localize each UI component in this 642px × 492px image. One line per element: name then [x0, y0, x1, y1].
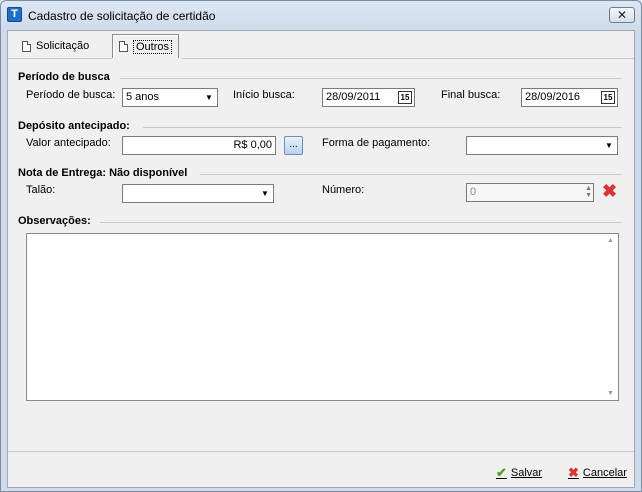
- delete-icon[interactable]: ✖: [602, 182, 618, 200]
- valor-label: Valor antecipado:: [26, 137, 111, 149]
- app-icon: T: [7, 7, 22, 22]
- tab-solicitacao[interactable]: Solicitação: [16, 35, 95, 57]
- spinner-icon[interactable]: ▲ ▼: [576, 185, 592, 200]
- section-divider: [200, 174, 622, 175]
- final-date-field[interactable]: 28/09/2016 15: [521, 88, 618, 107]
- final-value: 28/09/2016: [525, 91, 581, 103]
- cancel-label: Cancelar: [582, 467, 627, 479]
- checkmark-icon: ✔: [496, 465, 507, 480]
- section-divider: [143, 127, 622, 128]
- document-icon: [119, 41, 128, 52]
- inicio-date-field[interactable]: 28/09/2011 15: [322, 88, 415, 107]
- calendar-icon[interactable]: 15: [398, 91, 412, 104]
- valor-lookup-button[interactable]: ...: [284, 136, 303, 155]
- valor-input[interactable]: R$ 0,00: [122, 136, 276, 155]
- section-observacoes-title: Observações:: [18, 215, 91, 227]
- section-nota-title: Nota de Entrega: Não disponível: [18, 167, 188, 179]
- observacoes-textarea[interactable]: ▲ ▼: [26, 233, 619, 401]
- talao-label: Talão:: [26, 184, 56, 196]
- vertical-scrollbar[interactable]: ▲ ▼: [603, 234, 618, 400]
- cancel-icon: ✖: [568, 465, 579, 480]
- window-title: Cadastro de solicitação de certidão: [28, 9, 216, 23]
- footer-divider: [8, 451, 634, 452]
- chevron-down-icon[interactable]: ▼: [202, 90, 216, 105]
- close-icon: ✕: [616, 8, 628, 22]
- cancel-button[interactable]: ✖ Cancelar: [568, 465, 627, 481]
- chevron-down-icon[interactable]: ▼: [258, 186, 272, 201]
- ellipsis-icon: ...: [289, 139, 298, 150]
- section-deposito-title: Depósito antecipado:: [18, 120, 130, 132]
- close-button[interactable]: ✕: [609, 7, 635, 23]
- forma-label: Forma de pagamento:: [322, 137, 431, 149]
- title-bar[interactable]: T Cadastro de solicitação de certidão ✕: [1, 1, 641, 29]
- periodo-value: 5 anos: [126, 91, 160, 103]
- tab-label: Solicitação: [36, 40, 90, 52]
- numero-value: 0: [470, 186, 477, 198]
- valor-value: R$ 0,00: [233, 139, 272, 151]
- tab-label: Outros: [133, 39, 173, 54]
- save-button[interactable]: ✔ Salvar: [496, 465, 542, 481]
- inicio-value: 28/09/2011: [326, 91, 381, 103]
- dialog-window: T Cadastro de solicitação de certidão ✕ …: [0, 0, 642, 492]
- save-label: Salvar: [510, 467, 543, 479]
- tab-strip-divider: [8, 58, 634, 59]
- tab-outros[interactable]: Outros: [112, 34, 180, 58]
- scroll-up-icon[interactable]: ▲: [607, 237, 614, 244]
- dialog-body: Solicitação Outros Período de busca Perí…: [7, 30, 635, 488]
- final-label: Final busca:: [441, 89, 501, 101]
- scroll-down-icon[interactable]: ▼: [607, 390, 614, 397]
- document-icon: [22, 40, 31, 52]
- periodo-select[interactable]: 5 anos ▼: [122, 88, 218, 107]
- periodo-label: Período de busca:: [26, 89, 116, 101]
- talao-select[interactable]: ▼: [122, 184, 274, 203]
- chevron-down-icon[interactable]: ▼: [602, 138, 616, 153]
- numero-input[interactable]: 0 ▲ ▼: [466, 183, 594, 202]
- calendar-icon[interactable]: 15: [601, 91, 615, 104]
- inicio-label: Início busca:: [233, 89, 295, 101]
- section-periodo-title: Período de busca: [18, 71, 110, 83]
- numero-label: Número:: [322, 184, 365, 196]
- forma-select[interactable]: ▼: [466, 136, 618, 155]
- section-divider: [100, 222, 622, 223]
- section-divider: [120, 78, 622, 79]
